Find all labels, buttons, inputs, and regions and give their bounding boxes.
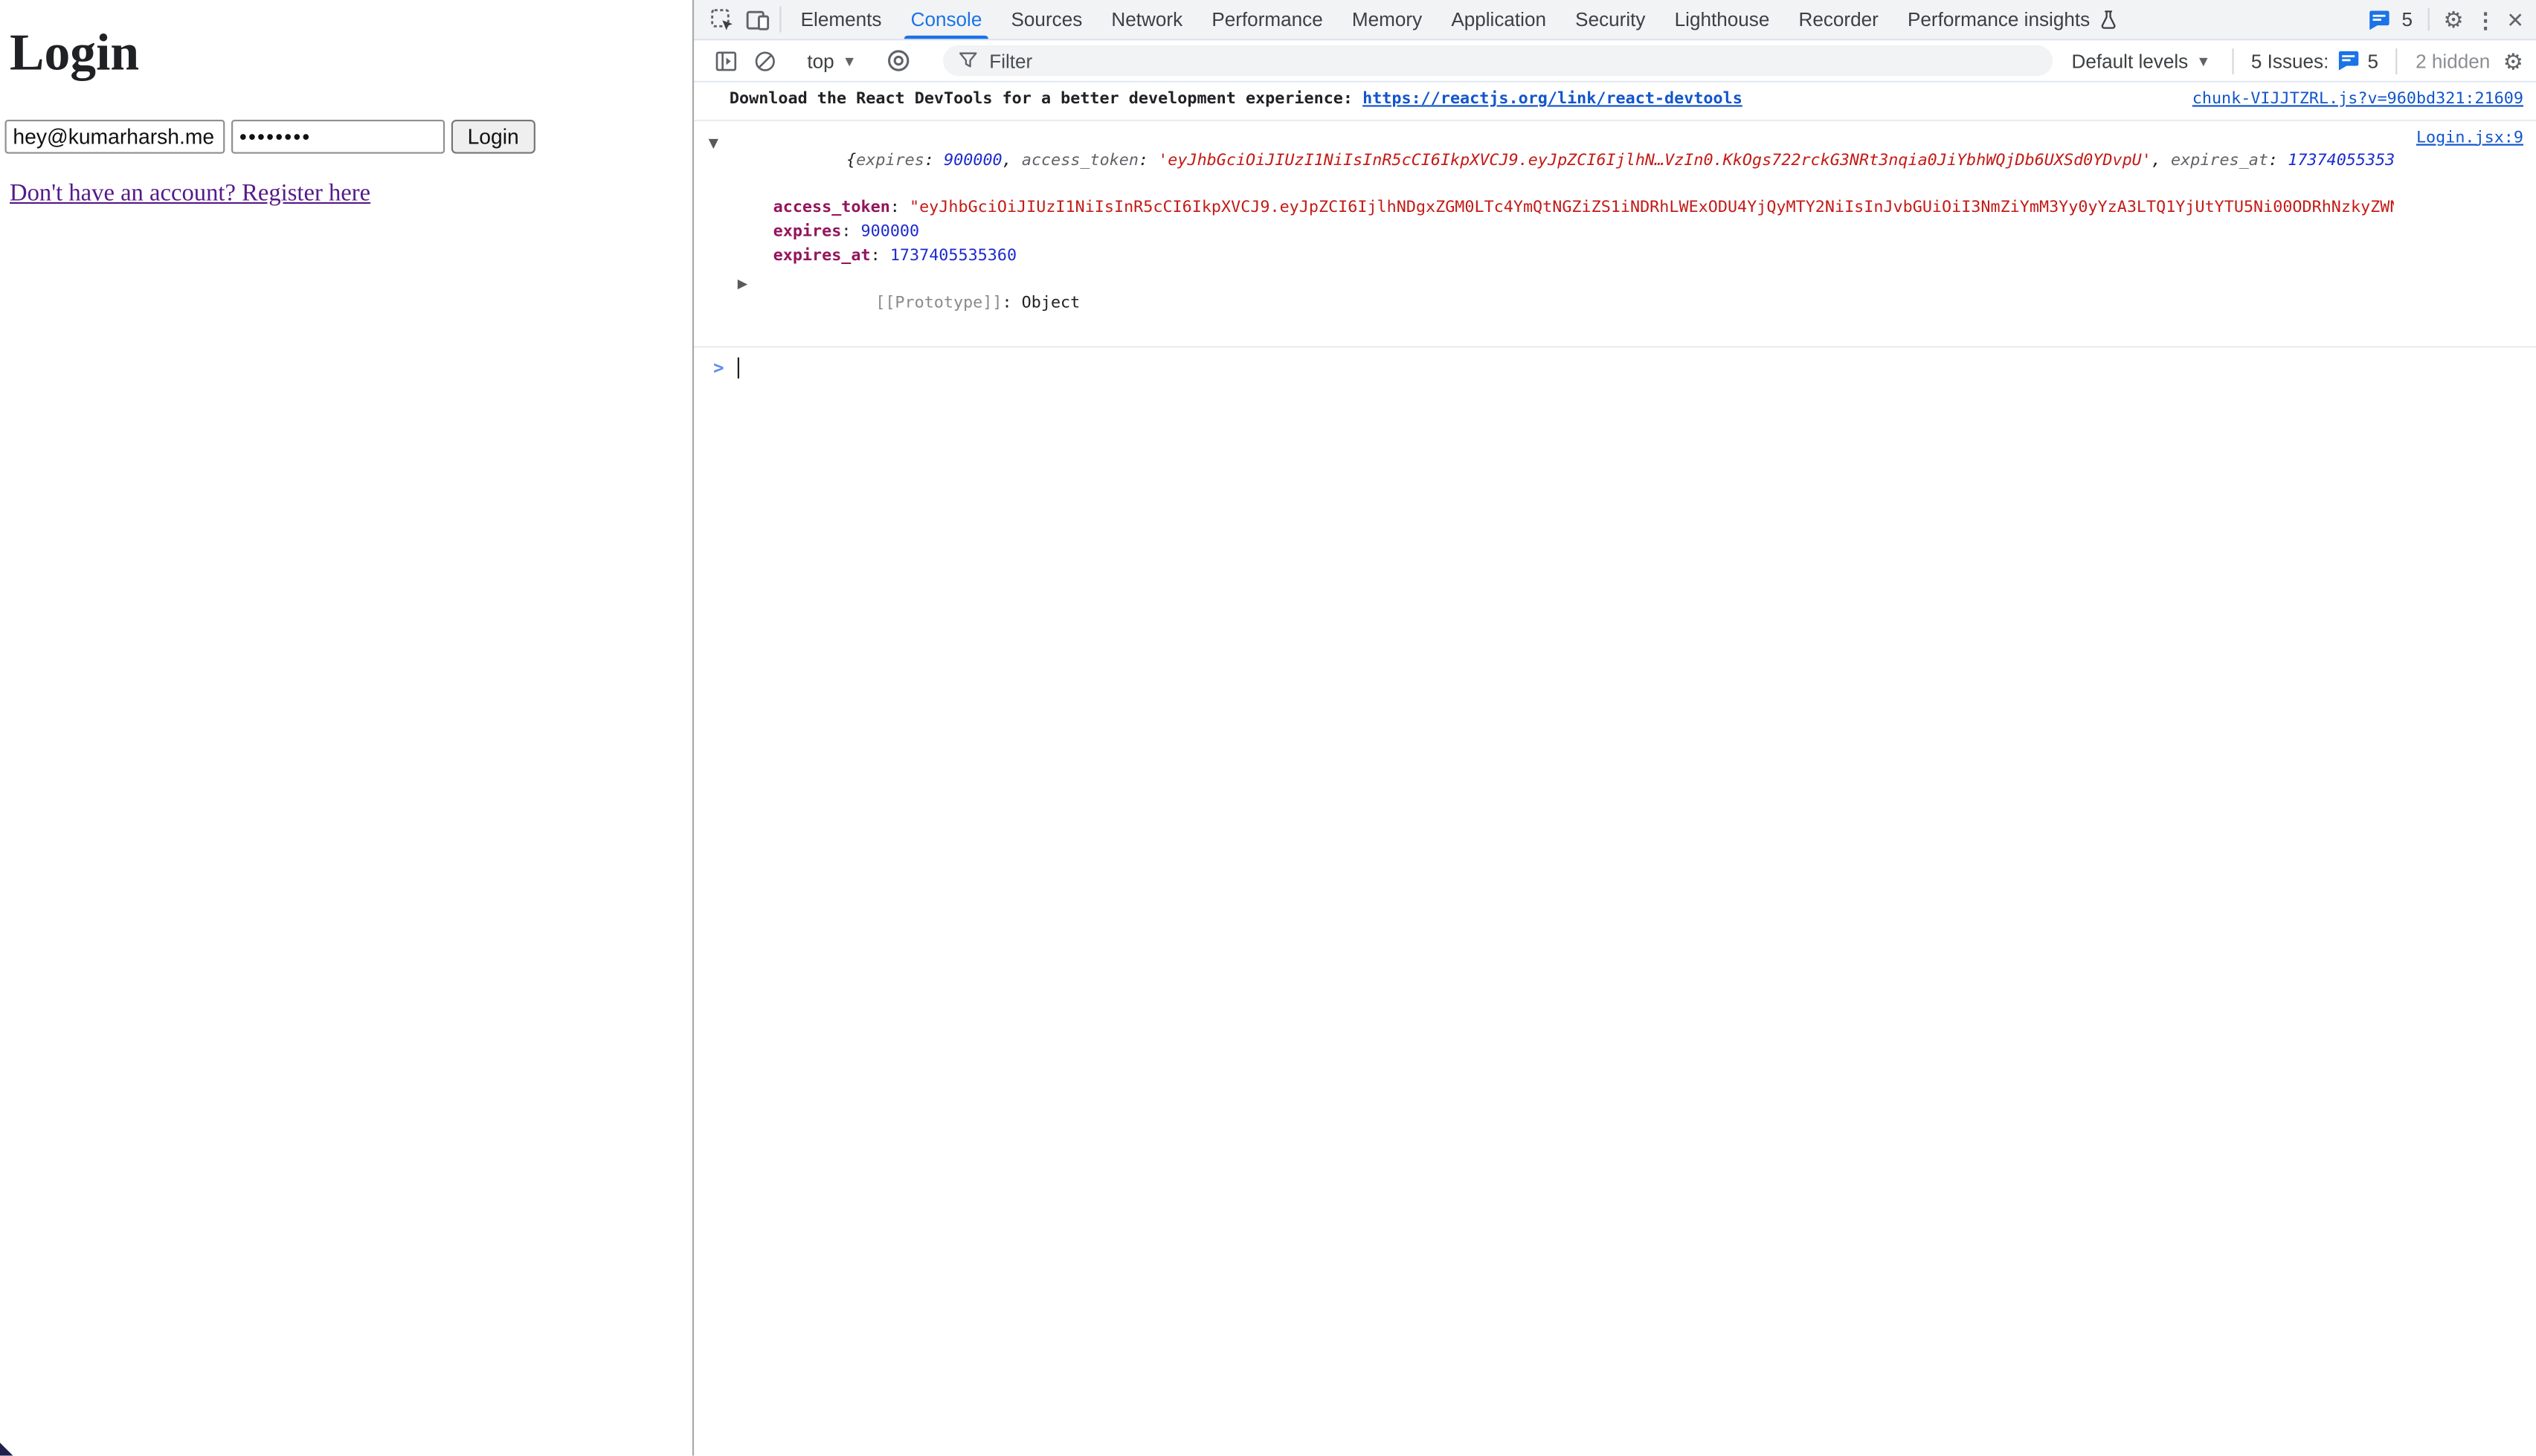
console-message-react-devtools: Download the React DevTools for a better… <box>694 83 2536 120</box>
console-token: Object <box>1022 294 1081 312</box>
console-token: : <box>890 199 910 217</box>
console-token: : <box>1139 152 1158 170</box>
login-button[interactable]: Login <box>451 120 535 154</box>
property-row-access-token: access_token: "eyJhbGciOiJIUzI1NiIsInR5c… <box>694 198 2393 222</box>
console-settings-gear-icon[interactable]: ⚙ <box>2503 49 2523 71</box>
console-token: Download the React DevTools for a better… <box>730 91 1362 109</box>
divider <box>779 7 781 33</box>
divider <box>2396 48 2398 74</box>
property-row-expires: expires: 900000 <box>694 222 2393 245</box>
inspect-element-icon[interactable] <box>704 0 739 39</box>
console-token: { <box>846 152 856 170</box>
log-levels-dropdown[interactable]: Default levels ▼ <box>2068 49 2214 71</box>
console-toolbar: top ▼ Default l <box>694 40 2536 83</box>
tab-memory[interactable]: Memory <box>1337 0 1436 39</box>
tab-console[interactable]: Console <box>896 0 997 39</box>
tab-application[interactable]: Application <box>1437 0 1561 39</box>
tab-sources[interactable]: Sources <box>997 0 1097 39</box>
devtools-tab-bar: Elements Console Sources Network Perform… <box>694 0 2536 40</box>
object-preview-line: ▼ {expires: 900000, access_token: 'eyJhbG… <box>694 127 2393 198</box>
console-token: expires_at <box>2171 152 2268 170</box>
console-token: : <box>2268 152 2288 170</box>
console-token: 900000 <box>861 223 920 241</box>
tab-elements[interactable]: Elements <box>786 0 896 39</box>
flask-icon <box>2098 9 2119 30</box>
hidden-messages-label[interactable]: 2 hidden <box>2416 49 2490 71</box>
console-message-text: Download the React DevTools for a better… <box>694 89 2169 113</box>
collapse-arrow-icon[interactable]: ▼ <box>709 132 718 155</box>
tab-lighthouse[interactable]: Lighthouse <box>1660 0 1784 39</box>
issues-counter[interactable]: 5 Issues: 5 <box>2251 49 2378 71</box>
device-toolbar-icon[interactable] <box>739 0 775 39</box>
chevron-down-icon: ▼ <box>2196 53 2210 69</box>
console-token: : <box>871 247 890 265</box>
issues-count-badge: 5 <box>2401 8 2413 30</box>
console-message-object-log: ▼{expires: 900000, access_token: 'eyJhbG… <box>694 120 2536 347</box>
source-link-chunk[interactable]: chunk-VIJJTZRL.js?v=960bd321:21609 <box>2169 89 2523 113</box>
register-link[interactable]: Don't have an account? Register here <box>10 181 370 208</box>
filter-input[interactable] <box>989 49 2038 71</box>
console-token: : <box>1002 294 1021 312</box>
console-token: , <box>2152 152 2171 170</box>
text-cursor <box>737 358 738 379</box>
divider <box>2427 8 2429 30</box>
login-form: Login <box>5 120 692 154</box>
property-row-expires-at: expires_at: 1737405535360 <box>694 245 2393 269</box>
console-token: : <box>924 152 944 170</box>
toolbar-right-controls: Default levels ▼ 5 Issues: 5 <box>2068 41 2523 80</box>
divider <box>2232 48 2233 74</box>
tab-performance-insights[interactable]: Performance insights <box>1893 0 2133 39</box>
console-token: expires <box>856 152 924 170</box>
email-field[interactable] <box>5 120 225 154</box>
console-token: , <box>1003 152 1022 170</box>
corner-triangle-decoration <box>0 1443 13 1455</box>
tab-security[interactable]: Security <box>1561 0 1660 39</box>
prototype-row: ▶ [[Prototype]]: Object <box>694 268 2393 339</box>
chevron-down-icon: ▼ <box>842 53 856 69</box>
console-token: 1737405535360 <box>890 247 1017 265</box>
login-page: Login Login Don't have an account? Regis… <box>0 0 694 1456</box>
console-token: [[Prototype]] <box>875 294 1002 312</box>
console-token: 1737405535360 <box>2288 152 2393 170</box>
javascript-context-dropdown[interactable]: top ▼ <box>796 49 868 71</box>
console-token: https://reactjs.org/link/react-devtools <box>1362 91 1742 109</box>
tab-performance[interactable]: Performance <box>1197 0 1338 39</box>
filter-funnel-icon <box>957 50 978 71</box>
console-token: 'eyJhbGciOiJIUzI1NiIsInR5cCI6IkpXVCJ9.ey… <box>1158 152 2152 170</box>
console-token: access_token <box>773 199 890 217</box>
more-options-kebab-icon[interactable]: ⋮ <box>2475 9 2496 30</box>
tab-bar-right-controls: 5 ⚙ ⋮ × <box>2355 0 2536 39</box>
issues-chat-icon[interactable] <box>2368 9 2390 30</box>
console-token: "eyJhbGciOiJIUzI1NiIsInR5cCI6IkpXVCJ9.ey… <box>910 199 2393 217</box>
source-link-login-jsx[interactable]: Login.jsx:9 <box>2393 127 2523 151</box>
live-expression-eye-icon[interactable] <box>879 48 918 73</box>
console-token: 900000 <box>944 152 1003 170</box>
console-prompt[interactable]: > <box>694 347 2536 378</box>
prompt-chevron-icon: > <box>713 358 724 379</box>
close-devtools-icon[interactable]: × <box>2507 6 2523 33</box>
tab-recorder[interactable]: Recorder <box>1784 0 1893 39</box>
console-output: Download the React DevTools for a better… <box>694 83 2536 1456</box>
expand-arrow-icon[interactable]: ▶ <box>738 274 747 297</box>
browser-window: Login Login Don't have an account? Regis… <box>0 0 2536 1456</box>
console-token: expires_at <box>773 247 871 265</box>
page-title: Login <box>10 25 692 83</box>
issues-chat-icon <box>2337 50 2359 71</box>
console-token: access_token <box>1022 152 1139 170</box>
settings-gear-icon[interactable]: ⚙ <box>2443 8 2463 30</box>
password-field[interactable] <box>231 120 445 154</box>
console-sidebar-toggle-icon[interactable] <box>707 49 745 71</box>
filter-box <box>942 45 2052 76</box>
console-token: expires <box>773 223 842 241</box>
clear-console-icon[interactable] <box>746 49 785 71</box>
tab-network[interactable]: Network <box>1097 0 1197 39</box>
console-token: : <box>841 223 860 241</box>
devtools-panel: Elements Console Sources Network Perform… <box>694 0 2536 1456</box>
